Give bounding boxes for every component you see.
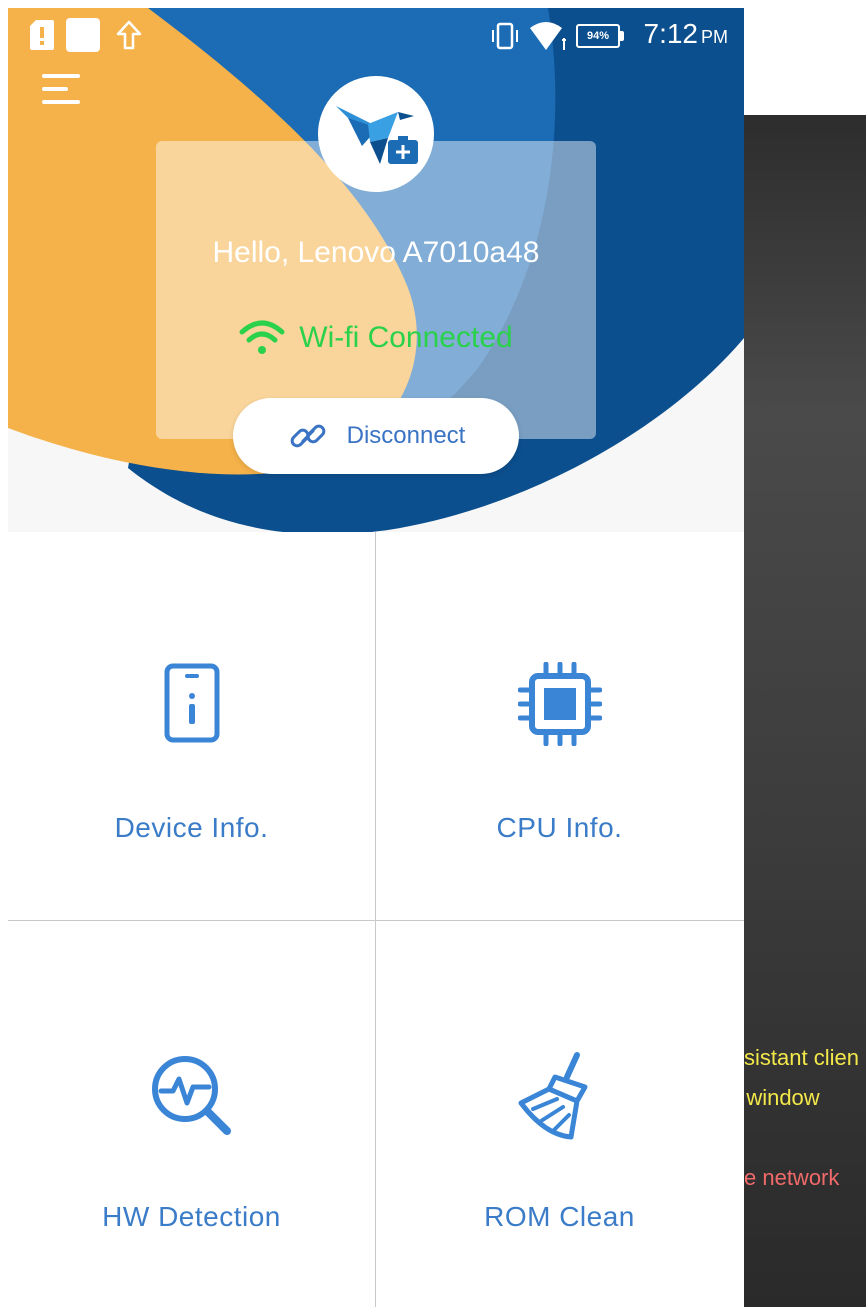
connection-status-text: Wi-fi Connected bbox=[299, 321, 513, 354]
broom-icon bbox=[518, 1052, 587, 1140]
cpu-info-tile[interactable]: CPU Info. bbox=[376, 532, 743, 920]
hw-detection-tile[interactable]: HW Detection bbox=[8, 921, 375, 1307]
menu-line bbox=[42, 87, 68, 91]
disconnect-button[interactable]: Disconnect bbox=[233, 398, 519, 474]
tile-label: Device Info. bbox=[114, 812, 269, 843]
greeting-text: Hello, Lenovo A7010a48 bbox=[212, 236, 540, 269]
wifi-signal-icon bbox=[530, 22, 566, 50]
phone-info-icon bbox=[164, 663, 219, 743]
tile-label: CPU Info. bbox=[496, 812, 623, 843]
background-text-line: sistant clien bbox=[744, 1045, 859, 1070]
bird-logo-icon bbox=[336, 106, 418, 164]
feature-grid: Device Info. CPU Info. HW Detection ROM … bbox=[8, 532, 744, 1307]
background-text-line: e network bbox=[744, 1165, 840, 1190]
notification-square-icon bbox=[66, 18, 100, 52]
wifi-connected-icon bbox=[239, 320, 285, 354]
cpu-chip-icon bbox=[517, 662, 602, 746]
menu-line bbox=[42, 100, 80, 104]
status-time-value: 7:12 bbox=[643, 18, 699, 49]
tile-icon-wrap bbox=[8, 1051, 375, 1141]
device-info-tile[interactable]: Device Info. bbox=[8, 532, 375, 920]
status-bar: 94% 7:12 PM bbox=[8, 8, 744, 68]
menu-line bbox=[42, 74, 80, 78]
hw-detection-icon bbox=[151, 1056, 231, 1135]
vibrate-icon bbox=[492, 22, 518, 50]
link-icon bbox=[290, 424, 325, 448]
status-time: 7:12 PM bbox=[644, 18, 729, 50]
background-photo: sistant clien ' window e network bbox=[744, 115, 866, 1307]
connection-status: Wi-fi Connected bbox=[156, 318, 596, 358]
status-time-ampm: PM bbox=[701, 27, 728, 47]
tile-label: HW Detection bbox=[102, 1201, 281, 1232]
battery-indicator: 94% bbox=[576, 24, 624, 48]
upload-arrow-icon bbox=[116, 20, 142, 50]
app-logo bbox=[318, 76, 434, 192]
sim-alert-icon bbox=[30, 20, 54, 50]
hamburger-menu-button[interactable] bbox=[42, 74, 82, 108]
tile-icon-wrap bbox=[376, 662, 743, 746]
tile-icon-wrap bbox=[376, 1051, 743, 1141]
tile-label: ROM Clean bbox=[484, 1201, 635, 1232]
rom-clean-tile[interactable]: ROM Clean bbox=[376, 921, 743, 1307]
header-banner: 94% 7:12 PM Hello, Lenovo A7010a48 Wi-fi… bbox=[8, 8, 744, 532]
phone-screen: 94% 7:12 PM Hello, Lenovo A7010a48 Wi-fi… bbox=[8, 8, 744, 1307]
tile-icon-wrap bbox=[8, 662, 375, 744]
disconnect-label: Disconnect bbox=[346, 422, 466, 449]
background-text-line: ' window bbox=[744, 1085, 820, 1110]
